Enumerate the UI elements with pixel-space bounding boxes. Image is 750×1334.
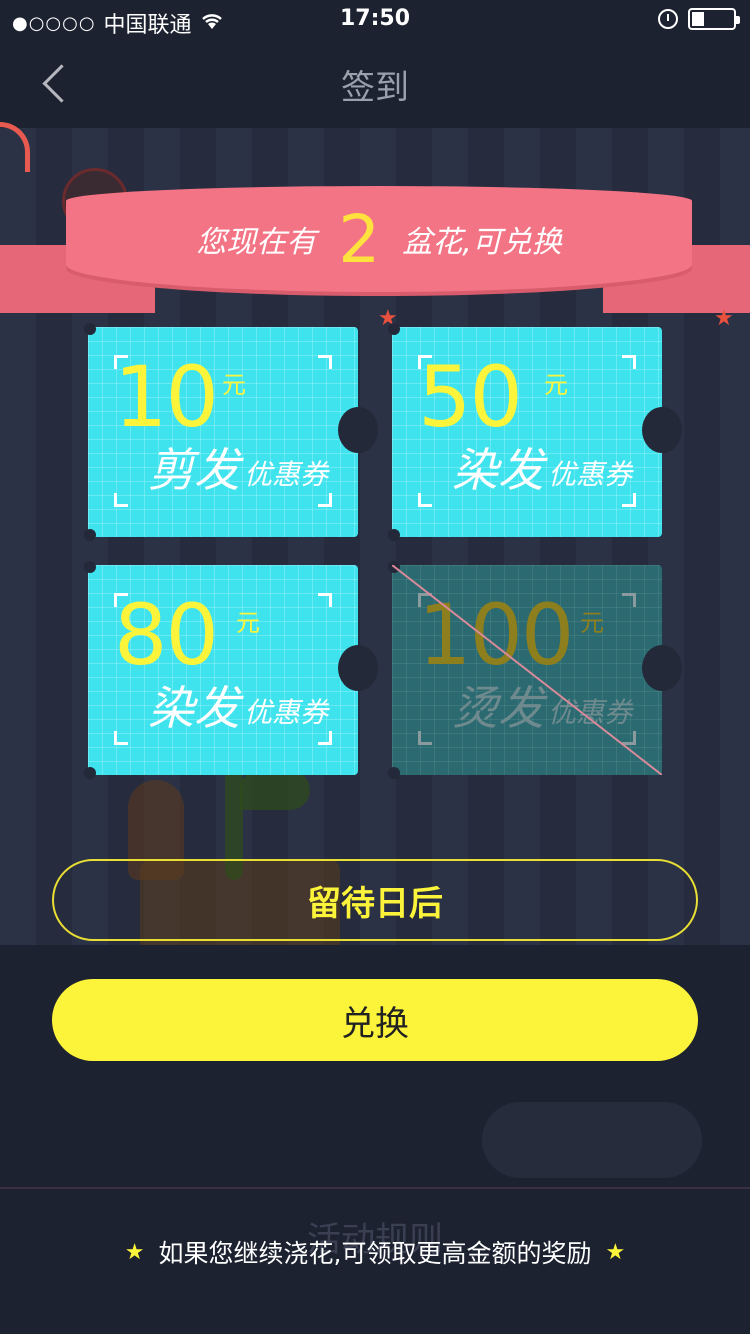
- corner-bracket-icon: [622, 355, 636, 369]
- coupon-amount: 50: [418, 348, 523, 446]
- plant-leaf-illustration: [240, 770, 310, 810]
- corner-bracket-icon: [318, 493, 332, 507]
- coupon-notch: [338, 407, 378, 453]
- coupon-card-80[interactable]: 80 元 染发 优惠券: [84, 561, 378, 779]
- corner-bracket-icon: [418, 493, 432, 507]
- coupon-unit: 元: [236, 609, 260, 637]
- background-pill-button: [482, 1102, 702, 1178]
- banner-prefix: 您现在有: [196, 225, 317, 260]
- coupon-unit: 元: [222, 371, 246, 399]
- coupon-card-50[interactable]: 50 元 染发 优惠券: [388, 323, 682, 541]
- coupon-label: 染发 优惠券: [452, 445, 632, 495]
- coupon-amount: 80: [114, 586, 219, 684]
- exchange-button[interactable]: 兑换: [52, 979, 698, 1061]
- nav-bar: 签到: [0, 40, 750, 128]
- ribbon-text: 您现在有 2 盆花,可兑换: [66, 186, 692, 292]
- coupon-notch: [338, 645, 378, 691]
- corner-bracket-icon: [318, 731, 332, 745]
- clock: 17:50: [339, 6, 411, 31]
- battery-icon: [688, 8, 740, 30]
- coupon-label: 染发 优惠券: [148, 683, 328, 733]
- coupon-card-100-disabled: 100 元 烫发 优惠券: [388, 561, 682, 779]
- coupon-amount: 10: [114, 348, 219, 446]
- corner-bracket-icon: [114, 493, 128, 507]
- coupon-type: 优惠券: [548, 458, 633, 491]
- coupon-service: 剪发: [148, 443, 240, 497]
- star-icon: ★: [605, 1239, 626, 1265]
- coupon-label: 剪发 优惠券: [148, 445, 328, 495]
- coupon-service: 染发: [452, 443, 544, 497]
- coupon-service: 染发: [148, 681, 240, 735]
- coupon-type: 优惠券: [244, 458, 329, 491]
- corner-bracket-icon: [318, 355, 332, 369]
- reward-hint-text: 如果您继续浇花,可领取更高金额的奖励: [158, 1239, 592, 1268]
- star-decoration-icon: ★: [714, 306, 734, 331]
- coupon-card-10[interactable]: 10 元 剪发 优惠券: [84, 323, 378, 541]
- alarm-icon: [658, 9, 678, 29]
- coupon-notch: [642, 407, 682, 453]
- page-title: 签到: [341, 68, 409, 108]
- corner-bracket-icon: [622, 493, 636, 507]
- save-for-later-button[interactable]: 留待日后: [52, 859, 698, 941]
- coupon-unit: 元: [544, 371, 568, 399]
- star-icon: ★: [124, 1239, 145, 1265]
- corner-bracket-icon: [114, 731, 128, 745]
- status-bar: ●○○○○ 中国联通 17:50: [0, 0, 750, 40]
- banner-suffix: 盆花,可兑换: [402, 225, 562, 260]
- flower-count: 2: [338, 200, 381, 278]
- corner-bracket-icon: [318, 593, 332, 607]
- coupon-type: 优惠券: [244, 696, 329, 729]
- strike-through-line: [392, 565, 662, 775]
- reward-hint: ★ 如果您继续浇花,可领取更高金额的奖励 ★: [0, 1232, 750, 1272]
